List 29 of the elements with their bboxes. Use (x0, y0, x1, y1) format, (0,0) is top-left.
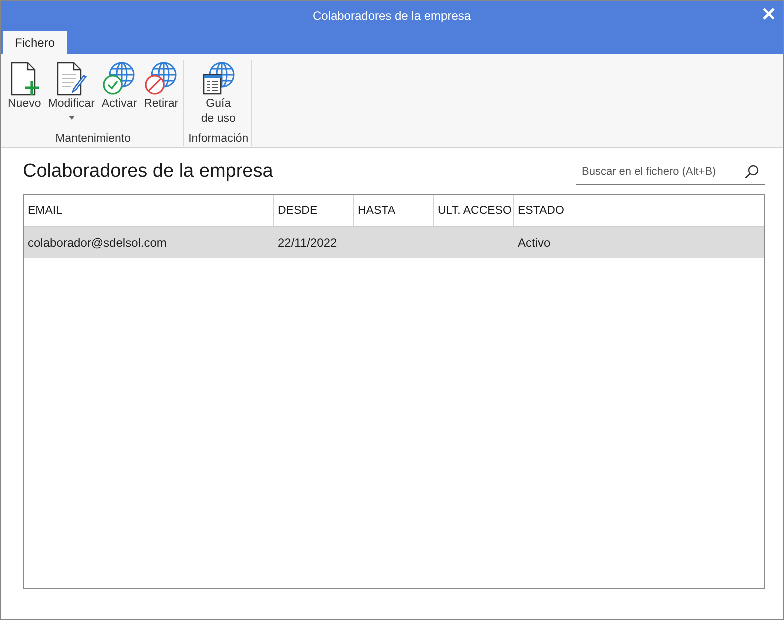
guide-button[interactable]: Guía de uso (196, 60, 241, 127)
globe-document-icon (202, 62, 236, 96)
search-field[interactable]: Buscar en el fichero (Alt+B) (576, 159, 765, 185)
globe-check-icon (102, 62, 136, 96)
activate-button[interactable]: Activar (100, 60, 140, 112)
table-row[interactable]: colaborador@sdelsol.com 22/11/2022 Activo (24, 227, 764, 258)
edit-button[interactable]: Modificar (46, 60, 97, 120)
new-button[interactable]: Nuevo (6, 60, 44, 112)
group-label: Información (188, 132, 249, 146)
window-title: Colaboradores de la empresa (312, 9, 472, 23)
column-header[interactable]: ULT. ACCESO (434, 195, 514, 226)
column-header[interactable]: HASTA (354, 195, 434, 226)
globe-prohibited-icon (144, 62, 178, 96)
retire-button[interactable]: Retirar (142, 60, 181, 112)
close-button[interactable] (762, 7, 776, 21)
document-pencil-icon (56, 62, 88, 96)
document-plus-icon (10, 62, 40, 96)
table-cell: colaborador@sdelsol.com (28, 236, 167, 250)
column-header[interactable]: EMAIL (24, 195, 274, 226)
table-cell: 22/11/2022 (278, 236, 338, 250)
page-heading: Colaboradores de la empresa (23, 160, 274, 184)
column-header[interactable]: DESDE (274, 195, 354, 226)
group-label: Mantenimiento (56, 132, 131, 146)
search-icon (745, 165, 759, 179)
ribbon-tab[interactable]: Fichero (3, 31, 67, 54)
close-icon (763, 8, 775, 20)
caret-icon[interactable] (68, 116, 75, 120)
column-header[interactable]: ESTADO (514, 195, 764, 226)
table-cell: Activo (518, 236, 551, 250)
